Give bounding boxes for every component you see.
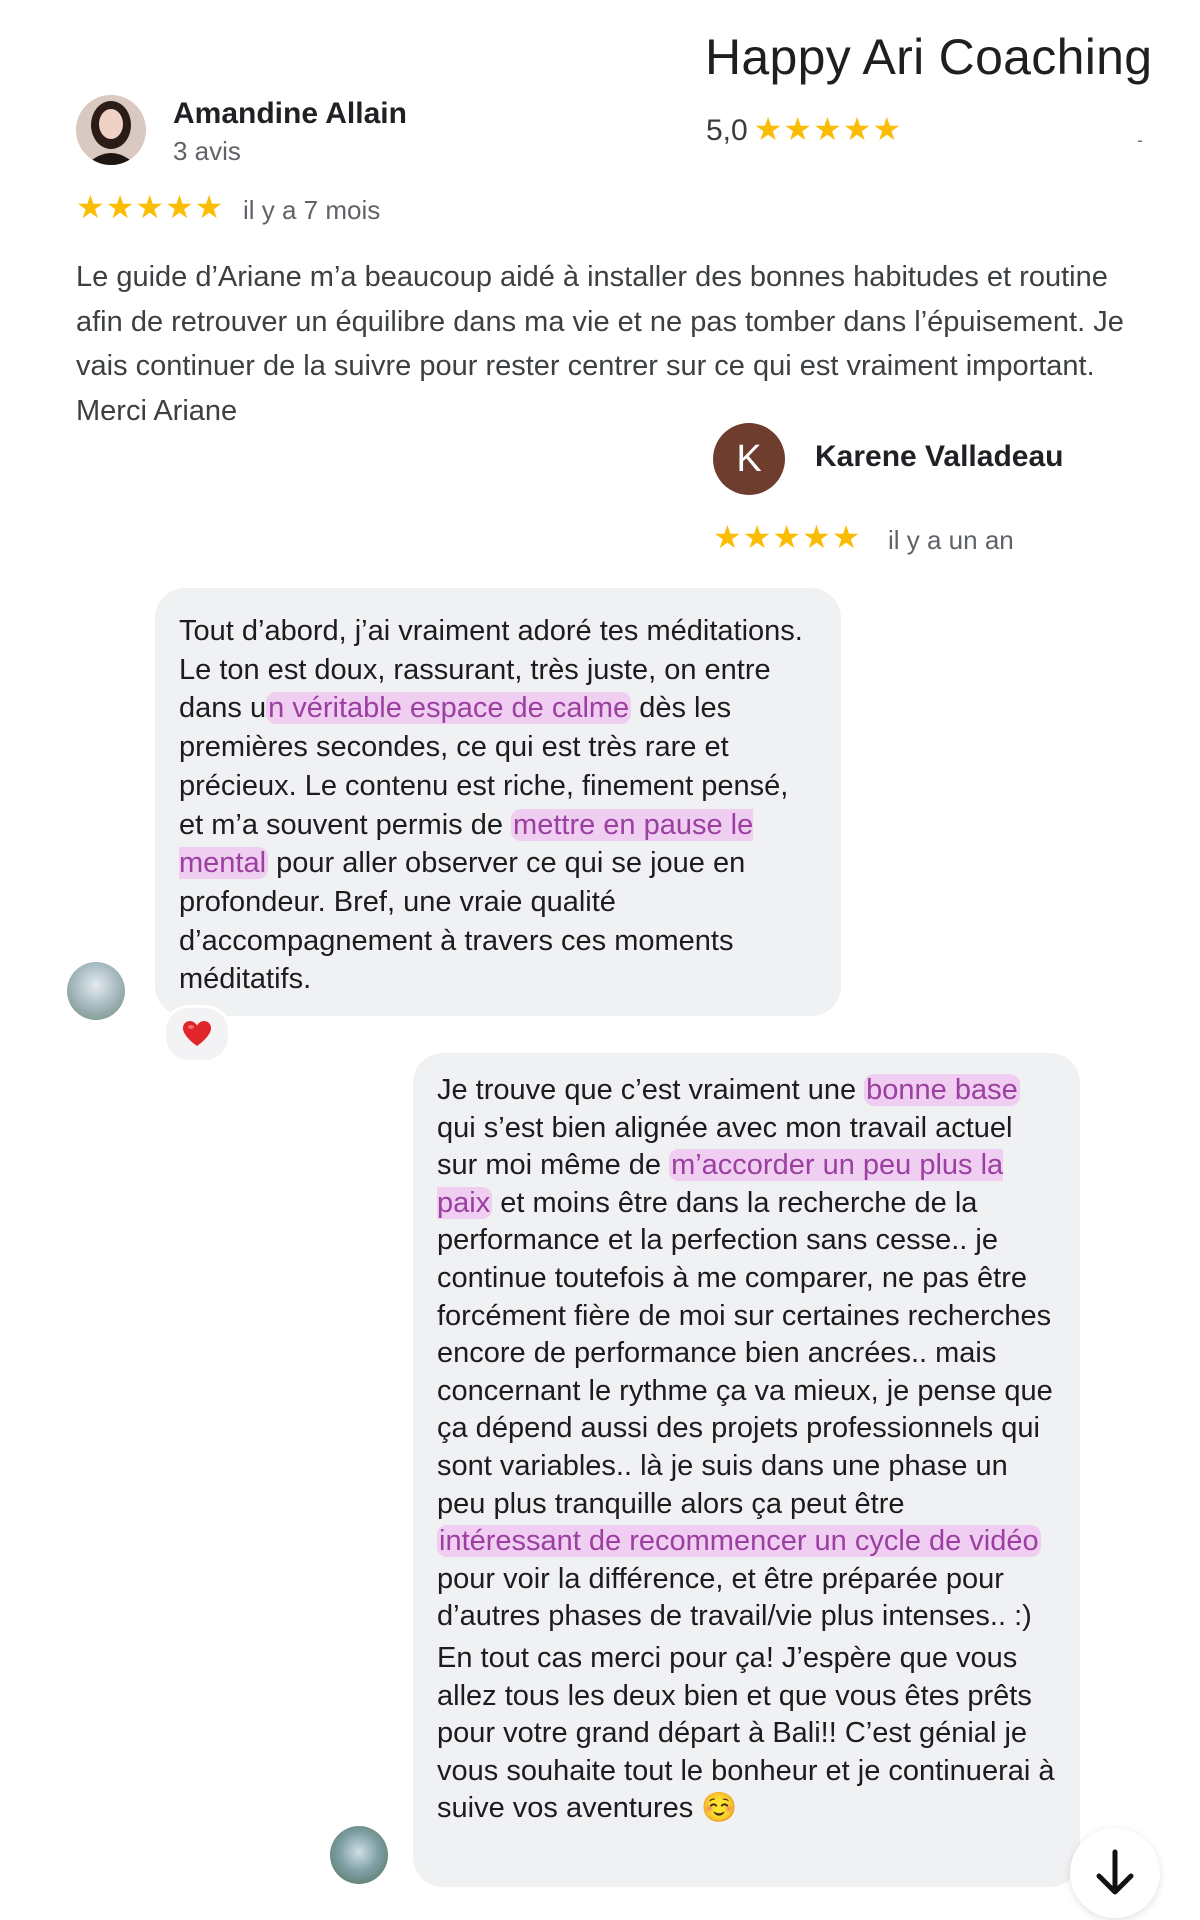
- review-text-signoff: Merci Ariane: [76, 394, 238, 427]
- msg-text: et moins être dans la recherche de la pe…: [437, 1186, 1053, 1520]
- chat-message-2: Je trouve que c’est vraiment une bonne b…: [437, 1072, 1056, 1828]
- reviewer-name-2[interactable]: Karene Valladeau: [815, 440, 1063, 474]
- chat-bubble-2: Je trouve que c’est vraiment une bonne b…: [413, 1053, 1080, 1887]
- msg-text: Je trouve que c’est vraiment une: [437, 1074, 865, 1106]
- portrait-icon: [76, 95, 146, 165]
- msg-highlight: bonne base: [864, 1074, 1020, 1106]
- arrow-down-icon: [1096, 1849, 1134, 1895]
- reviewer-avatar[interactable]: [76, 95, 146, 165]
- review-time: il y a 7 mois: [243, 195, 381, 225]
- review-stars-2: ★★★★★: [713, 519, 862, 555]
- reviewer-avatar-initial[interactable]: K: [713, 423, 785, 495]
- chat-bubble: Tout d’abord, j’ai vraiment adoré tes mé…: [155, 588, 841, 1016]
- heart-icon: [183, 1021, 211, 1046]
- message-paragraph: Je trouve que c’est vraiment une bonne b…: [437, 1072, 1056, 1636]
- msg-highlight: intéressant de recommencer un cycle de v…: [437, 1525, 1041, 1558]
- msg-text: pour voir la différence, et être préparé…: [437, 1562, 1032, 1633]
- message-paragraph: En tout cas merci pour ça! J’espère que …: [437, 1641, 1055, 1825]
- msg-highlight: n véritable espace de calme: [266, 692, 632, 725]
- review-stars: ★★★★★: [76, 189, 225, 225]
- chat-message: Tout d’abord, j’ai vraiment adoré tes mé…: [179, 612, 817, 999]
- chat-avatar-2[interactable]: [330, 1826, 388, 1884]
- review-text: Le guide d’Ariane m’a beaucoup aidé à in…: [76, 255, 1156, 433]
- review-count: 3 avis: [173, 136, 241, 166]
- business-name: Happy Ari Coaching: [705, 29, 1153, 85]
- business-rating: 5,0 ★★★★★: [706, 110, 902, 148]
- business-stars: ★★★★★: [753, 111, 903, 147]
- review-text-body: Le guide d’Ariane m’a beaucoup aidé à in…: [76, 261, 1124, 382]
- business-rating-value: 5,0: [706, 114, 748, 147]
- reviewer-name[interactable]: Amandine Allain: [173, 97, 407, 131]
- review-time-2: il y a un an: [888, 525, 1014, 555]
- reaction-badge[interactable]: [163, 1005, 231, 1063]
- scroll-down-button[interactable]: [1070, 1828, 1160, 1918]
- chat-avatar[interactable]: [67, 962, 125, 1020]
- divider-dash: -: [1137, 130, 1143, 150]
